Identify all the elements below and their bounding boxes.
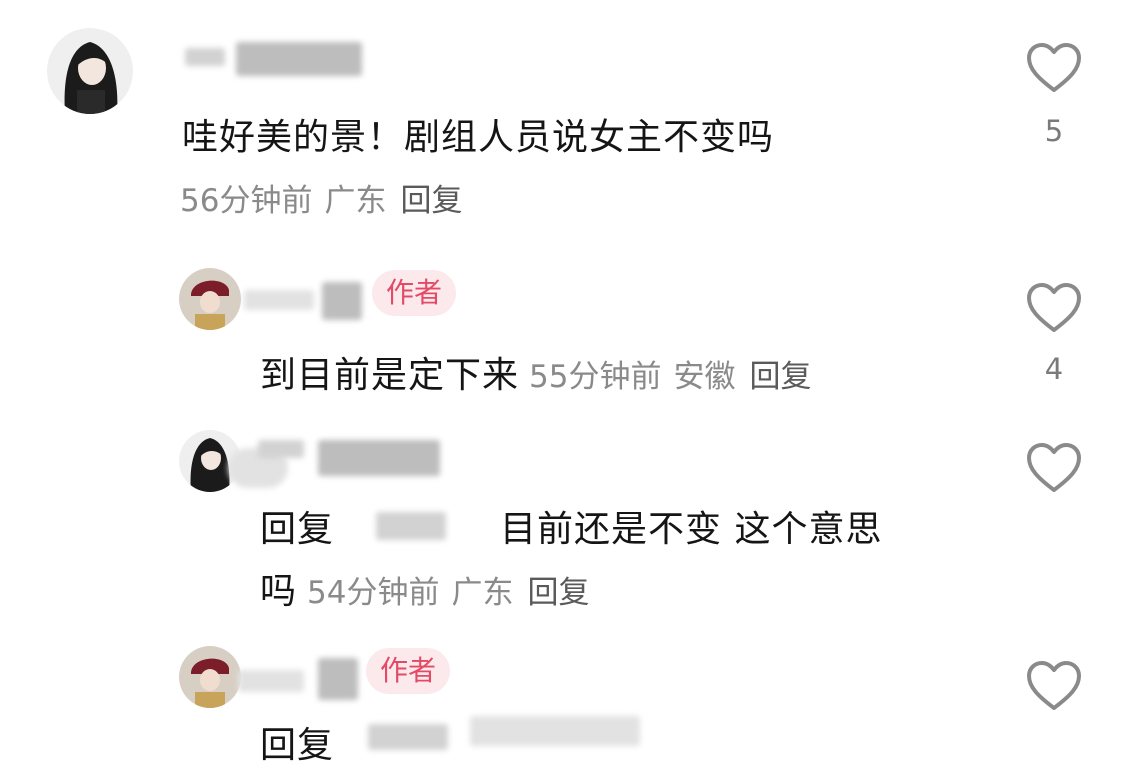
comment-location: 广东: [451, 575, 514, 611]
comment-text: 回复: [260, 725, 335, 766]
comment-text: 到目前是定下来 55分钟前 安徽 回复: [260, 346, 811, 398]
heart-outline-icon[interactable]: [1026, 660, 1082, 712]
heart-outline-icon[interactable]: [1026, 282, 1082, 334]
comment-text: 目前还是不变 这个意思: [500, 509, 883, 550]
username-blurred[interactable]: [185, 48, 225, 66]
username-blurred[interactable]: [238, 670, 304, 692]
mention-blurred[interactable]: [368, 724, 448, 750]
comment-body: 到目前是定下来: [260, 355, 520, 396]
username-blurred[interactable]: [318, 440, 440, 476]
comment-time: 55分钟前: [529, 359, 662, 395]
username-blurred[interactable]: [318, 658, 358, 700]
reply-button[interactable]: 回复: [749, 359, 811, 395]
comment-time: 54分钟前: [307, 575, 440, 611]
avatar[interactable]: [47, 28, 133, 114]
mention-blurred[interactable]: [376, 512, 446, 540]
comment-time: 56分钟前: [180, 183, 313, 219]
avatar[interactable]: [179, 268, 241, 330]
comment-body: 吗: [260, 571, 298, 612]
like-count: 4: [1044, 352, 1064, 386]
comment-text: 哇好美的景！剧组人员说女主不变吗: [182, 117, 775, 158]
heart-outline-icon[interactable]: [1026, 442, 1082, 494]
username-blurred[interactable]: [236, 42, 362, 76]
comment-location: 广东: [324, 183, 387, 219]
reply-prefix: 回复: [260, 509, 335, 550]
heart-outline-icon[interactable]: [1026, 42, 1082, 94]
comment-location: 安徽: [673, 359, 736, 395]
author-badge: 作者: [366, 648, 451, 694]
username-blurred[interactable]: [322, 282, 362, 320]
like-count: 5: [1044, 114, 1064, 148]
author-badge: 作者: [372, 270, 457, 316]
username-blurred[interactable]: [244, 290, 314, 310]
comment-text: 吗 54分钟前 广东 回复: [260, 562, 589, 614]
reply-button[interactable]: 回复: [527, 575, 589, 611]
comment-meta: 56分钟前 广东 回复: [180, 175, 462, 220]
avatar[interactable]: [179, 646, 241, 708]
text-blurred: [470, 716, 640, 746]
username-blurred[interactable]: [258, 440, 304, 458]
reply-button[interactable]: 回复: [400, 183, 462, 219]
comment-text: 回复: [260, 500, 334, 552]
